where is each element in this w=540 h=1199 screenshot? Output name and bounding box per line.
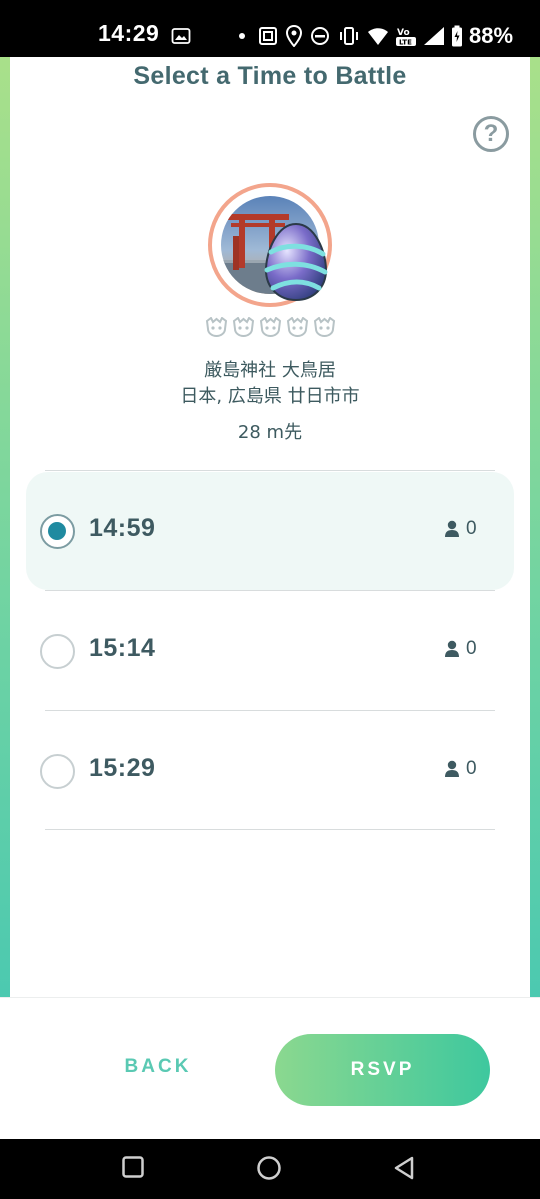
volte-icon: Vo LTE — [396, 28, 416, 47]
divider — [45, 829, 495, 830]
status-icons: Vo LTE 88% — [170, 23, 514, 48]
rsvp-count: 0 — [444, 758, 477, 780]
raid-tier — [205, 317, 336, 337]
person-icon — [445, 760, 459, 777]
time-slot[interactable]: 15:29 0 — [26, 712, 514, 830]
rsvp-count-value: 0 — [466, 518, 477, 539]
rsvp-count: 0 — [444, 518, 477, 540]
gym-distance: 28 m先 — [237, 422, 303, 443]
nfc-icon — [259, 27, 277, 45]
svg-text:LTE: LTE — [399, 39, 412, 47]
rsvp-count: 0 — [444, 638, 477, 660]
vibrate-icon — [340, 27, 358, 45]
raid-boss-head-icon — [286, 317, 309, 337]
status-time: 14:29 — [98, 20, 160, 46]
svg-text:Vo: Vo — [397, 28, 410, 38]
action-bar: BACK RSVP — [0, 997, 540, 1139]
recents-icon[interactable] — [121, 1155, 145, 1179]
help-button[interactable]: ? — [473, 116, 509, 152]
raid-boss-head-icon — [259, 317, 282, 337]
rsvp-button[interactable]: RSVP — [275, 1034, 490, 1106]
home-icon[interactable] — [256, 1155, 282, 1181]
battery-percent: 88% — [469, 23, 514, 48]
divider — [45, 470, 495, 471]
raid-boss-head-icon — [205, 317, 228, 337]
radio-button-selected[interactable] — [40, 514, 75, 549]
divider — [45, 590, 495, 591]
time-slot[interactable]: 15:14 0 — [26, 592, 514, 710]
divider — [45, 710, 495, 711]
raid-boss-head-icon — [232, 317, 255, 337]
person-icon — [445, 640, 459, 657]
dnd-icon — [311, 27, 329, 45]
location-icon — [286, 25, 302, 47]
rsvp-count-value: 0 — [466, 758, 477, 779]
page-title: Select a Time to Battle — [133, 62, 407, 90]
radio-button[interactable] — [40, 754, 75, 789]
wifi-icon — [368, 28, 388, 45]
radio-button[interactable] — [40, 634, 75, 669]
back-nav-icon[interactable] — [392, 1155, 416, 1181]
raid-egg-icon — [264, 222, 328, 302]
slot-time: 14:59 — [89, 514, 156, 542]
status-bar: 14:29 Vo LTE 88% — [0, 0, 540, 57]
slot-time: 15:14 — [89, 634, 156, 662]
gallery-icon — [171, 28, 191, 44]
question-circle-icon: ? — [483, 120, 499, 147]
battery-icon — [452, 25, 462, 47]
rsvp-count-value: 0 — [466, 638, 477, 659]
gym-name: 厳島神社 大鳥居 — [204, 360, 336, 381]
signal-icon — [424, 27, 444, 45]
back-button[interactable]: BACK — [100, 1056, 216, 1078]
raid-boss-head-icon — [313, 317, 336, 337]
time-slot[interactable]: 14:59 0 — [26, 472, 514, 590]
dot-icon — [239, 33, 245, 39]
slot-time: 15:29 — [89, 754, 156, 782]
system-nav-bar — [0, 1139, 540, 1199]
person-icon — [445, 520, 459, 537]
gym-location: 日本, 広島県 廿日市市 — [180, 386, 360, 407]
